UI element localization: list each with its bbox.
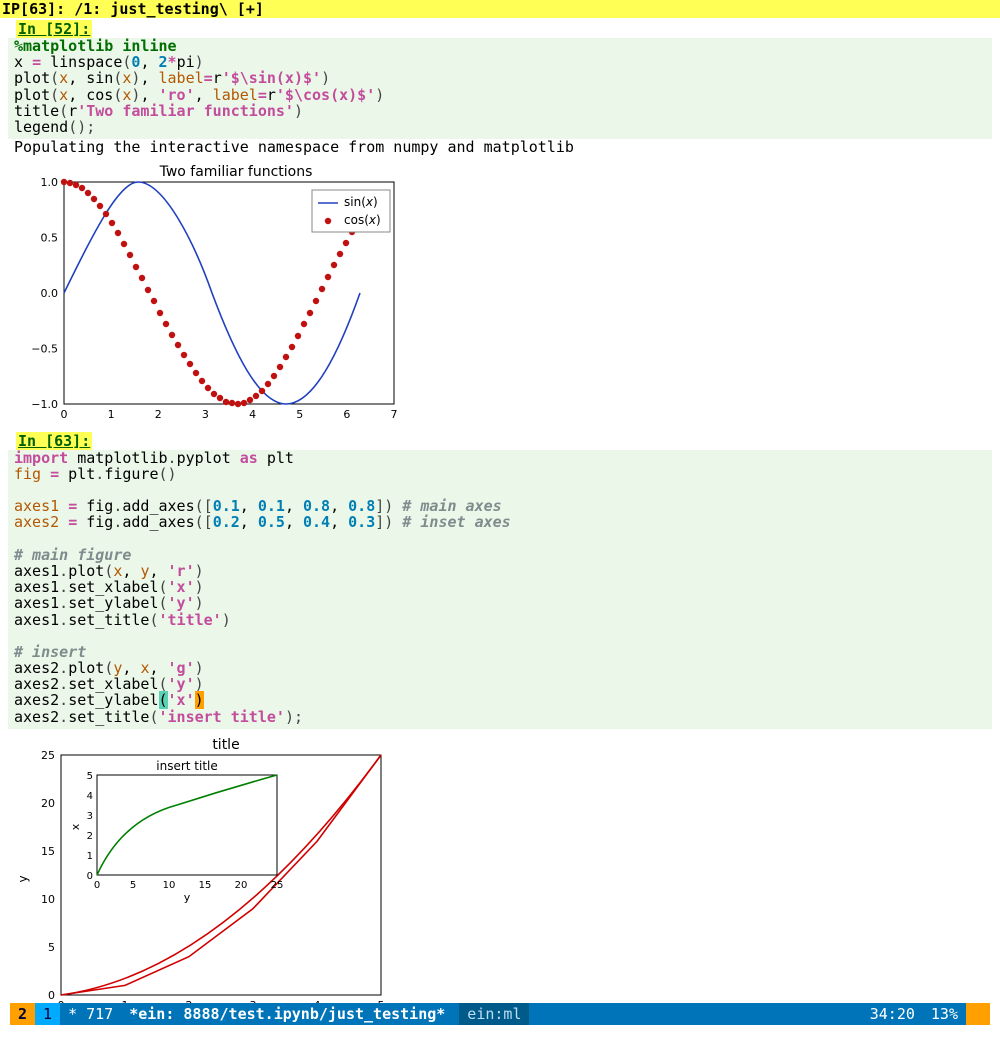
svg-text:15: 15	[199, 880, 212, 891]
svg-text:7: 7	[391, 408, 398, 421]
minibuffer-area[interactable]	[0, 1025, 1000, 1057]
svg-text:0: 0	[94, 880, 100, 891]
svg-text:3: 3	[202, 408, 209, 421]
svg-text:25: 25	[271, 880, 284, 891]
plot-title-with-inset: title 25 20 15 10 5 0 y 0 1 2 3 4 5 x	[6, 735, 401, 1003]
svg-text:x: x	[69, 823, 82, 830]
svg-text:y: y	[16, 875, 30, 882]
svg-text:15: 15	[41, 845, 55, 858]
powerline-statusbar: 2 1 * 717 *ein: 8888/test.ipynb/just_tes…	[10, 1003, 990, 1025]
svg-text:y: y	[184, 891, 191, 904]
emacs-window: IP[63]: /1: just_testing\ [+] In [52]: %…	[0, 0, 1000, 1057]
svg-text:1: 1	[87, 851, 93, 862]
svg-text:−0.5: −0.5	[31, 342, 58, 355]
svg-text:Two familiar functions: Two familiar functions	[159, 164, 313, 180]
svg-text:3: 3	[87, 811, 93, 822]
tabbar[interactable]: IP[63]: /1: just_testing\ [+]	[0, 0, 1000, 18]
svg-text:title: title	[212, 737, 239, 753]
svg-text:5: 5	[296, 408, 303, 421]
sb-buffer-name: *ein: 8888/test.ipynb/just_testing*	[121, 1003, 453, 1025]
stdout-52: Populating the interactive namespace fro…	[14, 139, 1000, 156]
svg-text:2: 2	[87, 831, 93, 842]
plot-two-familiar-functions: Two familiar functions 1.0 0.5 0.0 −0.5 …	[6, 162, 401, 422]
sb-end-cap	[966, 1003, 990, 1025]
sb-modified: * 717	[60, 1003, 121, 1025]
svg-text:5: 5	[130, 880, 136, 891]
svg-text:0: 0	[61, 408, 68, 421]
svg-text:20: 20	[41, 797, 55, 810]
sb-major-mode: ein:ml	[459, 1003, 529, 1025]
in-prompt-63: In [63]:	[16, 432, 92, 450]
svg-text:25: 25	[41, 749, 55, 762]
svg-text:6: 6	[343, 408, 350, 421]
sb-winnum: 2	[10, 1003, 35, 1025]
sb-percent: 13%	[923, 1003, 966, 1025]
svg-text:5: 5	[87, 771, 93, 782]
sb-line-col: 34:20	[862, 1003, 923, 1025]
svg-text:10: 10	[163, 880, 176, 891]
svg-text:0: 0	[48, 989, 55, 1002]
svg-text:4: 4	[87, 791, 93, 802]
code-cell-63[interactable]: import matplotlib.pyplot as plt fig = pl…	[8, 450, 992, 729]
svg-text:−1.0: −1.0	[31, 398, 58, 411]
svg-text:5: 5	[48, 941, 55, 954]
svg-text:2: 2	[155, 408, 162, 421]
svg-text:0: 0	[87, 871, 93, 882]
svg-text:0.5: 0.5	[41, 231, 59, 244]
buffer-content[interactable]: In [52]: %matplotlib inline x = linspace…	[0, 18, 1000, 1003]
svg-text:10: 10	[41, 893, 55, 906]
svg-text:0.0: 0.0	[41, 287, 59, 300]
svg-text:20: 20	[235, 880, 248, 891]
svg-text:1: 1	[108, 408, 115, 421]
svg-text:1.0: 1.0	[41, 176, 59, 189]
sb-second: 1	[35, 1003, 60, 1025]
svg-text:cos(x): cos(x)	[344, 213, 381, 227]
code-cell-52[interactable]: %matplotlib inline x = linspace(0, 2*pi)…	[8, 38, 992, 139]
svg-text:insert title: insert title	[156, 759, 218, 773]
in-prompt-52: In [52]:	[16, 20, 92, 38]
svg-text:sin(x): sin(x)	[344, 195, 378, 209]
svg-text:4: 4	[249, 408, 256, 421]
